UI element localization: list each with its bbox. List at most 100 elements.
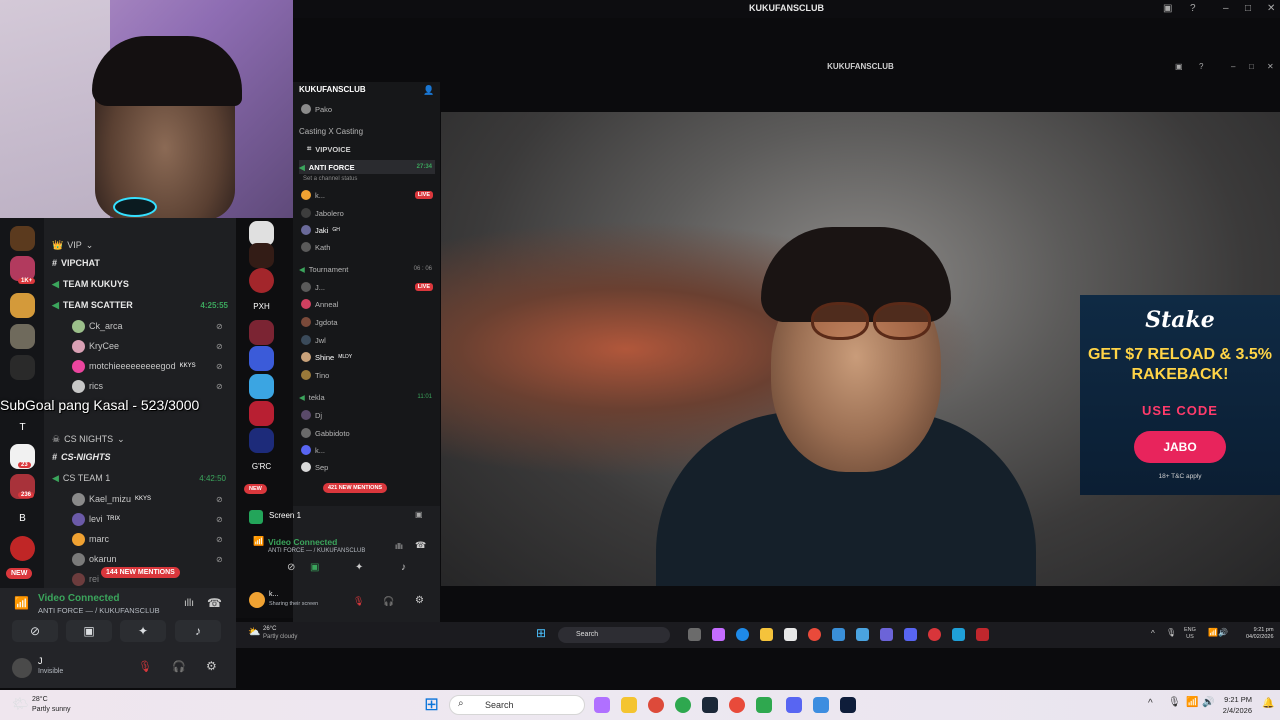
maximize-icon[interactable]: □ — [1245, 3, 1251, 14]
headphones-icon[interactable]: 🎧 — [383, 596, 394, 607]
channel-vipchat[interactable]: # VIPCHAT — [52, 255, 100, 271]
soundboard-button[interactable]: ♪ — [401, 562, 406, 573]
list-item[interactable]: Set a channel status — [303, 172, 357, 186]
noise-suppression-icon[interactable]: ıllı — [395, 542, 403, 551]
category-cs-nights[interactable]: ☠ CS NIGHTS ⌄ — [52, 431, 125, 447]
screen-share-button[interactable]: ▣ — [66, 620, 112, 642]
disconnect-icon[interactable]: ☎ — [415, 540, 426, 551]
help-icon[interactable]: ? — [1190, 3, 1196, 14]
guild-icon[interactable] — [10, 293, 35, 318]
windows-start-icon[interactable]: ⊞ — [536, 626, 546, 640]
vscode-icon[interactable] — [840, 697, 856, 713]
new-mentions-pill[interactable]: 421 NEW MENTIONS — [323, 483, 388, 493]
taskbar-search[interactable]: Search — [449, 695, 585, 715]
volume-icon[interactable]: 🔊 — [1202, 697, 1214, 708]
guild-icon[interactable] — [249, 374, 274, 399]
popout-icon[interactable]: ▣ — [415, 510, 423, 519]
list-item[interactable]: Casting X Casting — [299, 124, 363, 138]
notepad-icon[interactable] — [952, 628, 965, 641]
mic-icon[interactable]: 🎙 — [1168, 697, 1181, 708]
windows-start-icon[interactable]: ⊞ — [424, 694, 439, 715]
voice-user[interactable]: levi TRIX — [72, 511, 120, 527]
activities-button[interactable]: ✦ — [120, 620, 166, 642]
activities-button[interactable]: ✦ — [355, 562, 363, 573]
channel-cs-nights[interactable]: # CS-NIGHTS — [52, 449, 111, 465]
list-item[interactable]: Jaki GH — [301, 223, 340, 237]
headphones-icon[interactable]: 🎧 — [172, 660, 186, 673]
channel-team-scatter[interactable]: ◀ TEAM SCATTER 4:25:55 — [52, 297, 228, 313]
list-item[interactable]: Gabbidoto — [301, 426, 350, 440]
list-item[interactable]: Shine MLDY — [301, 350, 352, 364]
app-icon[interactable] — [928, 628, 941, 641]
teams-icon[interactable] — [880, 628, 893, 641]
chevron-up-icon[interactable]: ^ — [1148, 698, 1153, 709]
list-item[interactable]: ◀ Tournament 06 : 06 — [299, 262, 435, 276]
list-item[interactable]: k... — [301, 443, 325, 457]
chrome-icon[interactable] — [808, 628, 821, 641]
video-off-button[interactable]: ⊘ — [287, 562, 295, 573]
mic-muted-icon[interactable]: 🎙 — [138, 660, 152, 673]
new-mentions-pill[interactable]: 144 NEW MENTIONS — [101, 567, 180, 578]
guild-icon[interactable] — [249, 320, 274, 345]
settings-gear-icon[interactable]: ⚙ — [415, 595, 424, 606]
voice-user[interactable]: rei — [72, 571, 99, 587]
close-icon[interactable]: ✕ — [1267, 3, 1275, 14]
voice-user[interactable]: KryCee — [72, 338, 119, 354]
notepad-icon[interactable] — [813, 697, 829, 713]
guild-icon[interactable] — [10, 536, 35, 561]
edge-icon[interactable] — [736, 628, 749, 641]
help-icon[interactable]: ? — [1199, 62, 1203, 71]
guild-icon[interactable] — [10, 355, 35, 380]
wifi-icon[interactable]: 📶 — [1186, 697, 1198, 708]
minimize-icon[interactable]: – — [1231, 62, 1235, 71]
chrome-icon[interactable] — [675, 697, 691, 713]
new-pill[interactable]: NEW — [244, 484, 267, 494]
store-icon[interactable] — [784, 628, 797, 641]
weather-widget[interactable]: 28°C Partly sunny — [32, 695, 71, 715]
copilot-icon[interactable] — [712, 628, 725, 641]
cast-icon[interactable]: ▣ — [1175, 62, 1183, 71]
disconnect-icon[interactable]: ☎ — [207, 596, 222, 610]
category-vip[interactable]: 👑 VIP ⌄ — [52, 237, 93, 253]
guild-icon[interactable] — [10, 226, 35, 251]
guild-label-grc[interactable]: G'RC — [249, 454, 274, 479]
copilot-icon[interactable] — [594, 697, 610, 713]
app-icon[interactable] — [756, 697, 772, 713]
guild-icon[interactable] — [249, 401, 274, 426]
taskbar-search[interactable]: Search — [558, 627, 670, 643]
voice-user[interactable]: rics — [72, 378, 103, 394]
avatar[interactable] — [12, 658, 32, 678]
minimize-icon[interactable]: – — [1223, 3, 1229, 14]
folder-icon[interactable] — [621, 697, 637, 713]
voice-user[interactable]: motchieeeeeeeeegod KKYS — [72, 358, 196, 374]
new-pill[interactable]: NEW — [6, 568, 33, 579]
list-item[interactable]: Tino — [301, 368, 329, 382]
maximize-icon[interactable]: □ — [1249, 62, 1254, 71]
chrome-icon[interactable] — [729, 697, 745, 713]
list-item[interactable]: Jgdota — [301, 315, 338, 329]
list-item[interactable]: Pako — [301, 102, 332, 116]
close-icon[interactable]: ✕ — [1267, 62, 1274, 71]
inner-clock[interactable]: 9:21 pm 04/02/2026 — [1246, 627, 1274, 641]
list-item[interactable]: Dj — [301, 408, 322, 422]
ad-code-button[interactable]: JABO — [1134, 431, 1226, 463]
soundboard-button[interactable]: ♪ — [175, 620, 221, 642]
voice-user[interactable]: Kael_mizu KKYS — [72, 491, 151, 507]
app-icon[interactable] — [832, 628, 845, 641]
system-clock[interactable]: 9:21 PM 2/4/2026 — [1223, 694, 1252, 716]
cast-icon[interactable]: ▣ — [1163, 3, 1172, 14]
list-item[interactable]: ⌗ VIPVOICE — [307, 142, 351, 156]
list-item[interactable]: k... LIVE — [301, 188, 433, 202]
app-icon[interactable] — [976, 628, 989, 641]
video-off-button[interactable]: ⊘ — [12, 620, 58, 642]
noise-suppression-icon[interactable]: ıllı — [184, 598, 194, 609]
list-item[interactable]: Jwl — [301, 333, 326, 347]
notification-bell-icon[interactable]: 🔔 — [1262, 698, 1274, 709]
list-item[interactable]: ◀ tekla 11:01 — [299, 390, 435, 404]
server-name[interactable]: KUKUFANSCLUB — [299, 85, 366, 94]
wifi-volume-icon[interactable]: 📶🔊 — [1208, 628, 1228, 637]
list-item[interactable]: Jabolero — [301, 206, 344, 220]
list-item[interactable]: Sep — [301, 460, 328, 474]
folder-icon[interactable] — [760, 628, 773, 641]
avatar[interactable] — [249, 592, 265, 608]
